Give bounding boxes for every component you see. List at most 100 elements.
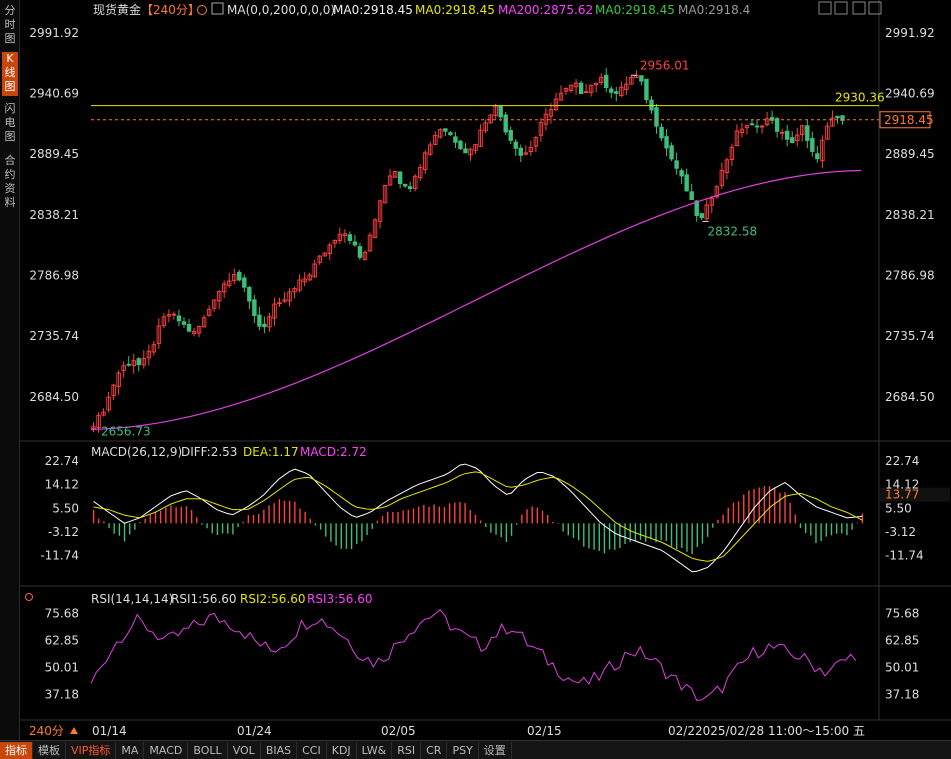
candle-down [810, 138, 815, 152]
candle-down [402, 183, 408, 187]
rsi-tick-label: 37.18 [45, 687, 79, 701]
rsi-tick-label: 50.01 [885, 660, 919, 674]
tab-kdj[interactable]: KDJ [327, 741, 357, 759]
candle-down [347, 234, 353, 241]
candle-down [186, 323, 192, 332]
tab-timeshare[interactable]: 分时图 [2, 4, 18, 46]
candle-down [262, 323, 267, 328]
ma200-line [90, 169, 862, 430]
ma-value-2: MA0:2918.45 [415, 3, 495, 17]
candle-down [669, 145, 674, 160]
macd-tick-label: -11.74 [885, 548, 924, 562]
candle-down [694, 200, 699, 217]
candle-down [508, 130, 513, 141]
grid-icon[interactable] [834, 1, 848, 15]
list-icon[interactable] [852, 1, 866, 15]
candle-down [754, 125, 760, 128]
tab-template[interactable]: 模板 [33, 741, 66, 759]
period-up-icon[interactable] [70, 727, 78, 734]
chart-area[interactable]: 现货黄金 【240分】 MA(0,0,200,0,0,0) MA0:2918.4… [19, 0, 951, 740]
tab-cci[interactable]: CCI [297, 741, 327, 759]
date-label: 02/05 [381, 724, 416, 738]
chart-svg[interactable]: 现货黄金 【240分】 MA(0,0,200,0,0,0) MA0:2918.4… [19, 0, 951, 740]
tab-psy[interactable]: PSY [447, 741, 479, 759]
rsi-1: RSI1:56.60 [171, 592, 237, 606]
candle-down [176, 315, 182, 322]
price-tick-label: 2940.69 [885, 86, 935, 100]
candle-down [639, 75, 644, 82]
price-tick-label: 2991.92 [885, 26, 935, 40]
tab-boll[interactable]: BOLL [188, 741, 228, 759]
left-view-tabs: 分时图 K线图 闪电图 合约资料 [0, 0, 20, 740]
rsi-tick-label: 50.01 [45, 660, 79, 674]
tab-bias[interactable]: BIAS [261, 741, 298, 759]
candle-down [805, 125, 810, 141]
price-tick-label: 2838.21 [29, 208, 79, 222]
candle-down [407, 186, 413, 190]
rsi-axis: 75.68 75.68 62.85 62.85 50.01 50.01 37.18 37.18 [45, 606, 920, 701]
edit-icon[interactable] [211, 2, 224, 15]
macd-macd: MACD:2.72 [300, 445, 367, 459]
rsi-line [90, 609, 857, 702]
macd-panel: 13.77 [92, 463, 950, 573]
level-label: 2930.36 [835, 91, 885, 105]
candle-down [774, 118, 780, 132]
price-tick-label: 2838.21 [885, 208, 935, 222]
candle-down [679, 170, 684, 177]
candle-down [443, 128, 448, 132]
candle-down [237, 271, 242, 281]
candle-down [649, 99, 654, 111]
ma-params: MA(0,0,200,0,0,0) [227, 3, 335, 17]
price-tick-label: 2889.45 [29, 147, 79, 161]
price-tick-label: 2684.50 [885, 390, 935, 404]
rsi-tick-label: 37.18 [885, 687, 919, 701]
candle-down [614, 91, 619, 94]
price-axis: 2991.92 2991.92 2940.69 2940.69 2889.45 2889.… [29, 26, 934, 404]
candle-down [513, 141, 518, 149]
macd-tick-label: -3.12 [48, 525, 79, 539]
candle-down [749, 123, 755, 126]
tab-indicator[interactable]: 指标 [0, 741, 33, 759]
candle-down [815, 153, 820, 160]
price-tick-label: 2786.98 [885, 268, 935, 282]
low-label: 2832.58 [708, 224, 758, 238]
rsi-tick-label: 62.85 [885, 633, 919, 647]
candle-down [357, 246, 363, 258]
tab-cr[interactable]: CR [421, 741, 448, 759]
candle-down [784, 130, 790, 140]
tab-vol[interactable]: VOL [228, 741, 261, 759]
ma-value-3: MA200:2875.62 [498, 3, 593, 17]
candle-down [352, 241, 358, 246]
date-label: 02/15 [527, 724, 562, 738]
tab-settings[interactable]: 设置 [479, 741, 512, 759]
macd-tick-label: 22.74 [45, 454, 79, 468]
high-label: 2956.01 [640, 58, 690, 72]
tab-rsi[interactable]: RSI [392, 741, 422, 759]
price-panel: 2930.36 2918.45 2956.01 2832.58 2656.73 [90, 58, 934, 439]
candle-down [463, 148, 468, 154]
candle-down [835, 115, 840, 119]
tab-ma[interactable]: MA [116, 741, 145, 759]
candle-down [689, 191, 694, 201]
last-price-label: 2918.45 [884, 113, 934, 127]
date-label: 01/24 [237, 724, 272, 738]
tab-macd[interactable]: MACD [144, 741, 189, 759]
price-tick-label: 2735.74 [885, 329, 935, 343]
candle-down [498, 105, 503, 118]
tab-kline[interactable]: K线图 [2, 52, 18, 96]
tab-flash[interactable]: 闪电图 [2, 102, 18, 146]
macd-tick-label: 14.12 [45, 478, 79, 492]
tab-contract-info[interactable]: 合约资料 [2, 154, 18, 212]
record-icon[interactable] [25, 593, 33, 601]
ma-value-4: MA0:2918.45 [595, 3, 675, 17]
price-tick-label: 2684.50 [29, 390, 79, 404]
tab-lw[interactable]: LW& [357, 741, 393, 759]
period-tag: 【240分】 [141, 3, 200, 17]
maximize-icon[interactable] [818, 1, 832, 15]
candle-down [126, 363, 131, 366]
tab-vip-indicator[interactable]: VIP指标 [66, 741, 117, 759]
period-select[interactable]: 240分 [29, 724, 64, 738]
instrument-name: 现货黄金 [93, 2, 141, 17]
candle-down [790, 137, 795, 143]
candle-down [644, 78, 649, 101]
